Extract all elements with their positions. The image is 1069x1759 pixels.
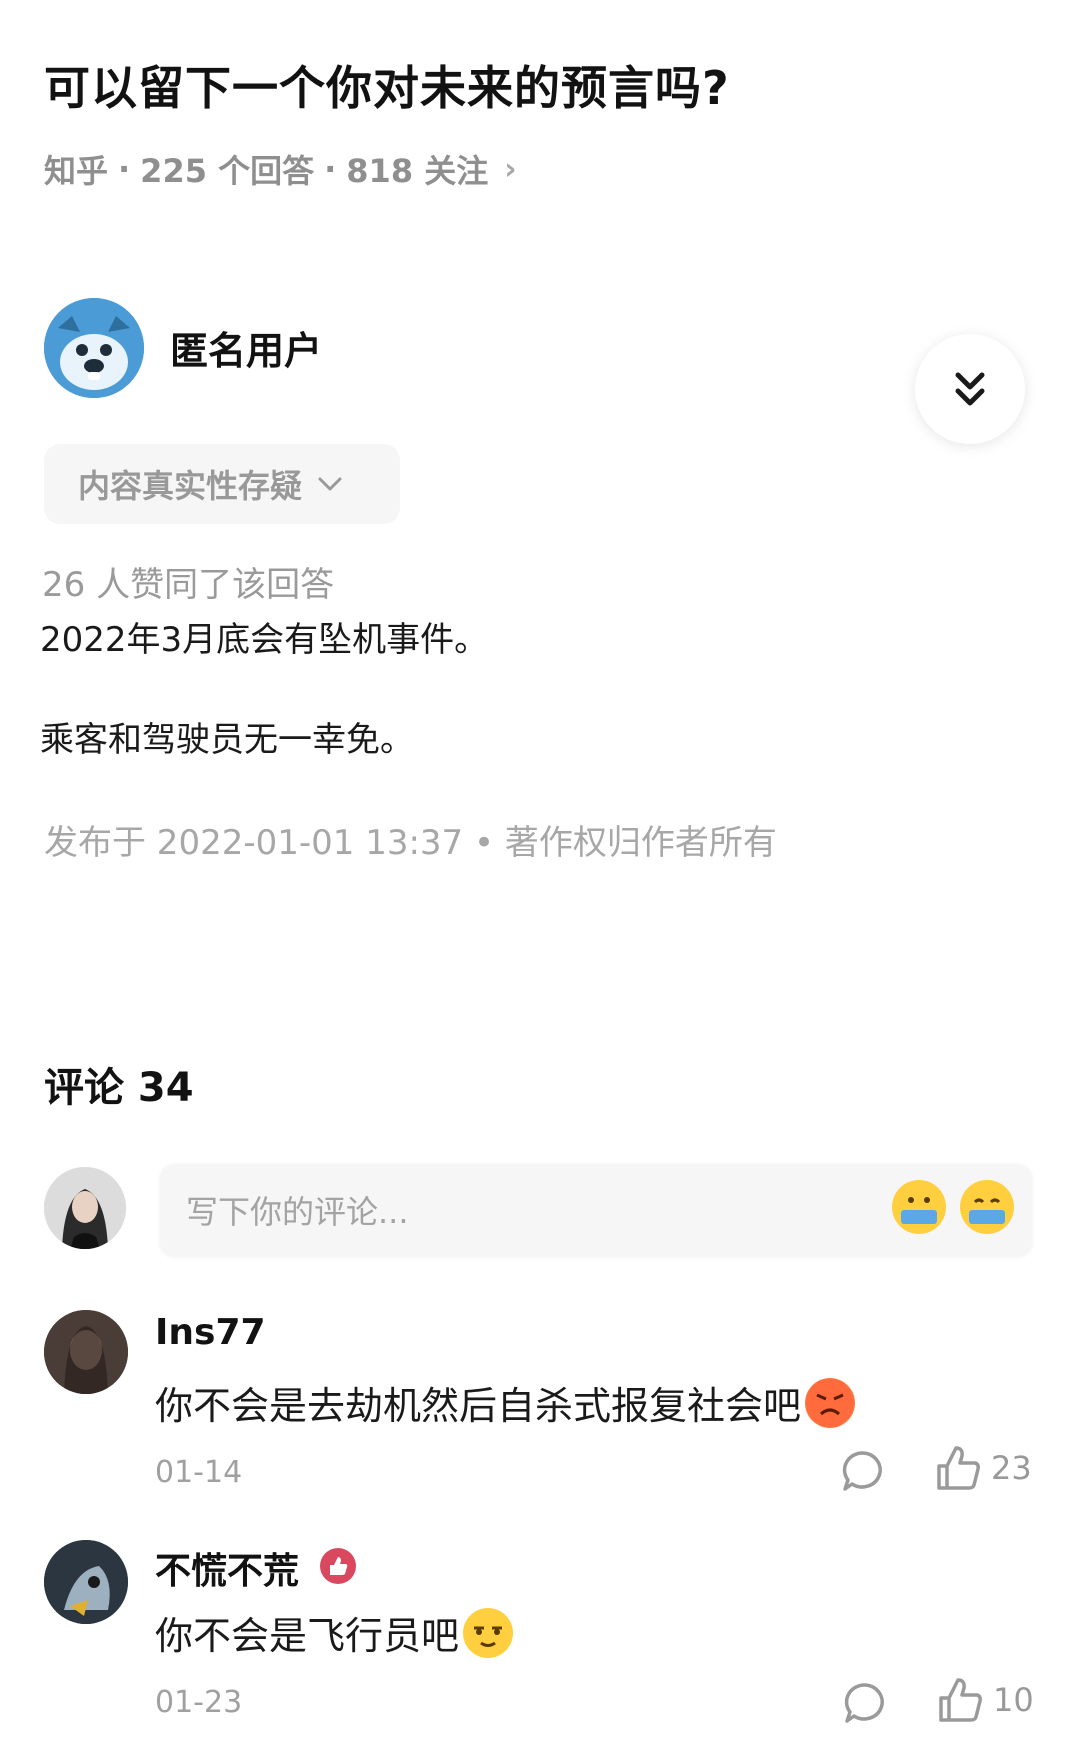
comments-header: 评论 34 bbox=[44, 1065, 194, 1111]
meta-separator: · bbox=[118, 150, 131, 188]
comment-bubble-icon bbox=[844, 1683, 884, 1723]
agree-emoji-icon bbox=[961, 1181, 1013, 1233]
chevron-down-icon bbox=[318, 477, 342, 491]
question-meta[interactable]: 知乎 · 225 个回答 · 818 关注 › bbox=[44, 146, 517, 192]
user-photo-icon bbox=[44, 1540, 128, 1624]
comment-date: 01-23 bbox=[155, 1685, 243, 1720]
smug-emoji-icon bbox=[463, 1607, 514, 1658]
question-title: 可以留下一个你对未来的预言吗? bbox=[44, 61, 730, 115]
user-photo-icon bbox=[44, 1167, 126, 1249]
thumbs-up-icon bbox=[937, 1446, 980, 1490]
comment-bubble-icon bbox=[842, 1451, 882, 1491]
like-badge-icon bbox=[319, 1547, 357, 1589]
commenter-name[interactable]: Ins77 bbox=[155, 1312, 266, 1353]
commenter-avatar[interactable] bbox=[44, 1310, 128, 1394]
commenter-info[interactable]: 不慌不荒 bbox=[155, 1542, 357, 1594]
reply-button[interactable] bbox=[840, 1448, 886, 1498]
anonymous-mascot-icon bbox=[44, 298, 144, 398]
like-count: 23 bbox=[991, 1449, 1032, 1487]
thumbs-up-icon bbox=[939, 1678, 982, 1722]
comment-text: 你不会是去劫机然后自杀式报复社会吧 bbox=[155, 1375, 856, 1430]
double-chevron-down-icon bbox=[955, 372, 985, 406]
publish-info: 发布于 2022-01-01 13:37 • 著作权归作者所有 bbox=[44, 823, 777, 863]
commenter-name[interactable]: 不慌不荒 bbox=[155, 1542, 299, 1594]
like-count: 10 bbox=[993, 1681, 1034, 1719]
author-avatar[interactable] bbox=[44, 298, 144, 398]
comment-date: 01-14 bbox=[155, 1455, 243, 1490]
user-photo-icon bbox=[44, 1310, 128, 1394]
thanks-emoji-icon bbox=[893, 1181, 945, 1233]
answer-likes: 26 人赞同了该回答 bbox=[42, 565, 335, 605]
thanks-emoji-button[interactable] bbox=[892, 1180, 946, 1234]
comment-input-placeholder: 写下你的评论... bbox=[186, 1193, 409, 1231]
answer-paragraph: 2022年3月底会有坠机事件。 bbox=[40, 620, 489, 660]
chevron-right-icon: › bbox=[504, 151, 517, 187]
credibility-tag[interactable]: 内容真实性存疑 bbox=[44, 444, 400, 524]
like-button[interactable]: 10 bbox=[937, 1676, 1034, 1724]
answer-paragraph: 乘客和驾驶员无一幸免。 bbox=[40, 720, 414, 760]
answer-count: 225 个回答 bbox=[140, 152, 315, 190]
agree-emoji-button[interactable] bbox=[960, 1180, 1014, 1234]
meta-separator: · bbox=[324, 150, 337, 188]
comment-text-content: 你不会是飞行员吧 bbox=[155, 1614, 460, 1658]
source-label: 知乎 bbox=[44, 152, 109, 190]
credibility-tag-label: 内容真实性存疑 bbox=[78, 467, 303, 505]
like-button[interactable]: 23 bbox=[935, 1444, 1032, 1492]
angry-emoji-icon bbox=[805, 1377, 856, 1428]
comment-text-content: 你不会是去劫机然后自杀式报复社会吧 bbox=[155, 1384, 802, 1428]
reply-button[interactable] bbox=[842, 1680, 888, 1730]
follow-count: 818 关注 bbox=[346, 152, 489, 190]
author-name[interactable]: 匿名用户 bbox=[170, 320, 322, 375]
my-avatar[interactable] bbox=[44, 1167, 126, 1249]
comment-text: 你不会是飞行员吧 bbox=[155, 1605, 514, 1660]
collapse-button[interactable] bbox=[915, 334, 1025, 444]
commenter-avatar[interactable] bbox=[44, 1540, 128, 1624]
